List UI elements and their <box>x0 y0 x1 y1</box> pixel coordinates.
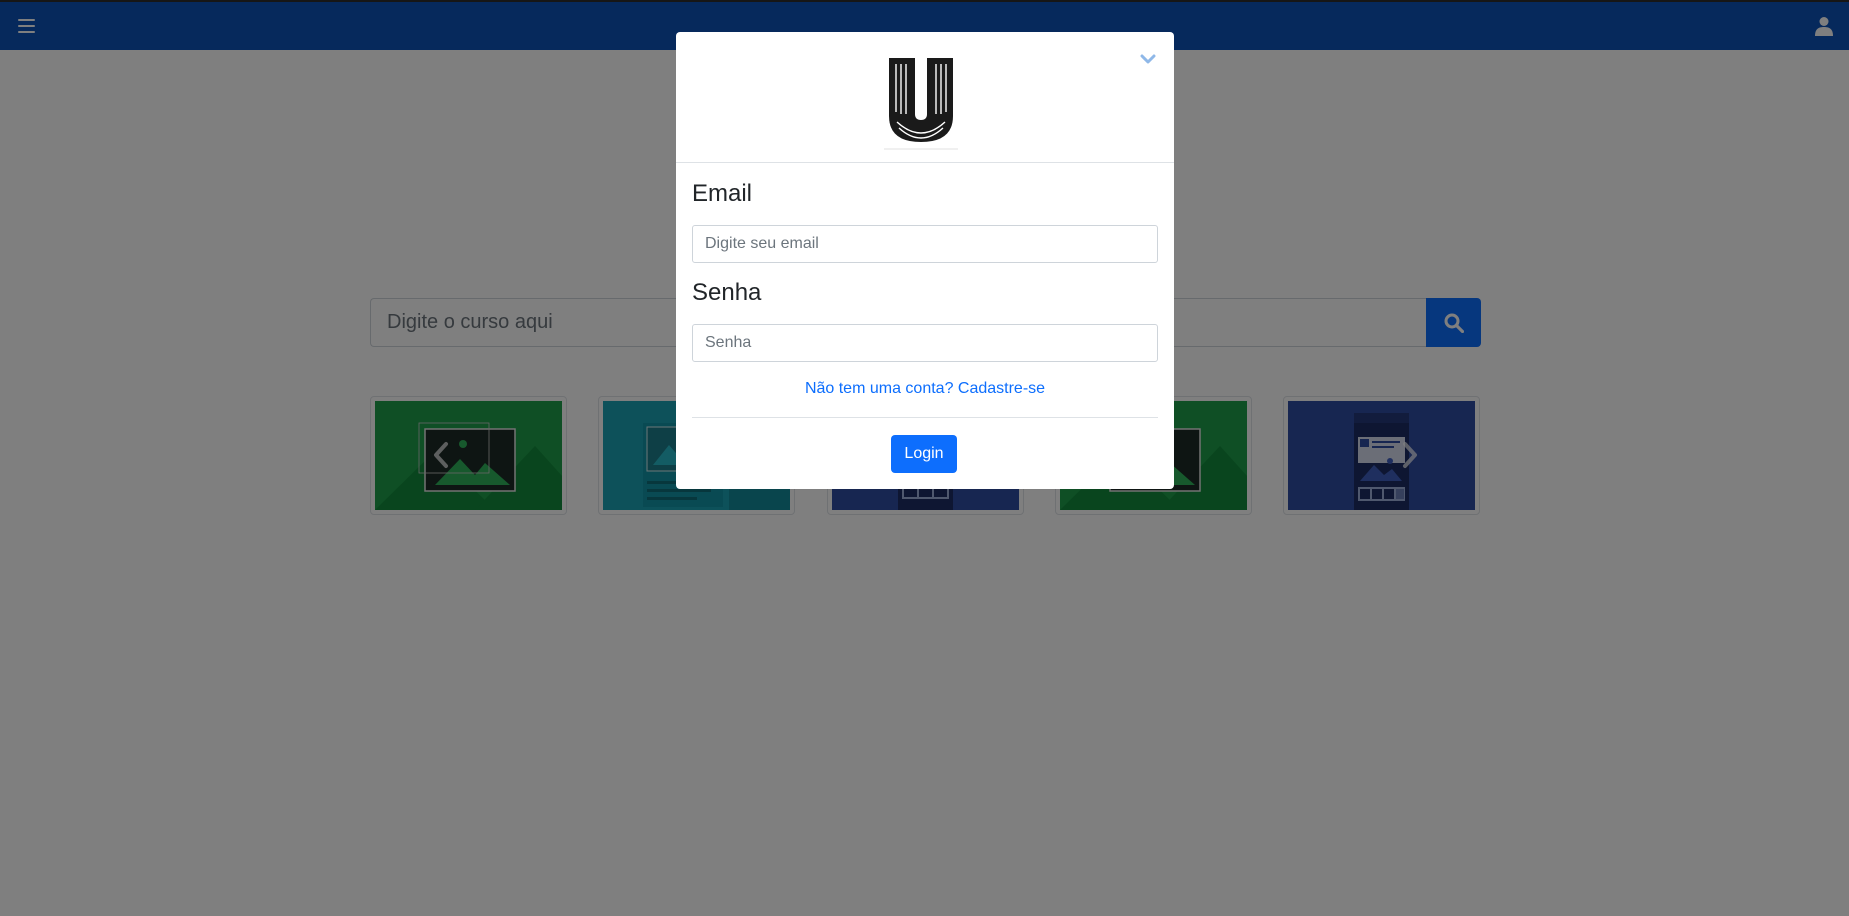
u-letter-logo <box>884 58 958 150</box>
password-field[interactable] <box>692 324 1158 362</box>
email-field[interactable] <box>692 225 1158 263</box>
login-modal: Email Senha Não tem uma conta? Cadastre-… <box>676 32 1174 489</box>
email-label: Email <box>692 180 753 207</box>
signup-link[interactable]: Não tem uma conta? Cadastre-se <box>676 380 1174 398</box>
password-label: Senha <box>692 279 762 306</box>
page: Email Senha Não tem uma conta? Cadastre-… <box>0 0 1849 916</box>
login-button[interactable]: Login <box>891 435 957 473</box>
modal-header <box>676 32 1174 163</box>
chevron-down-icon[interactable] <box>1139 52 1157 66</box>
modal-divider <box>692 417 1158 418</box>
